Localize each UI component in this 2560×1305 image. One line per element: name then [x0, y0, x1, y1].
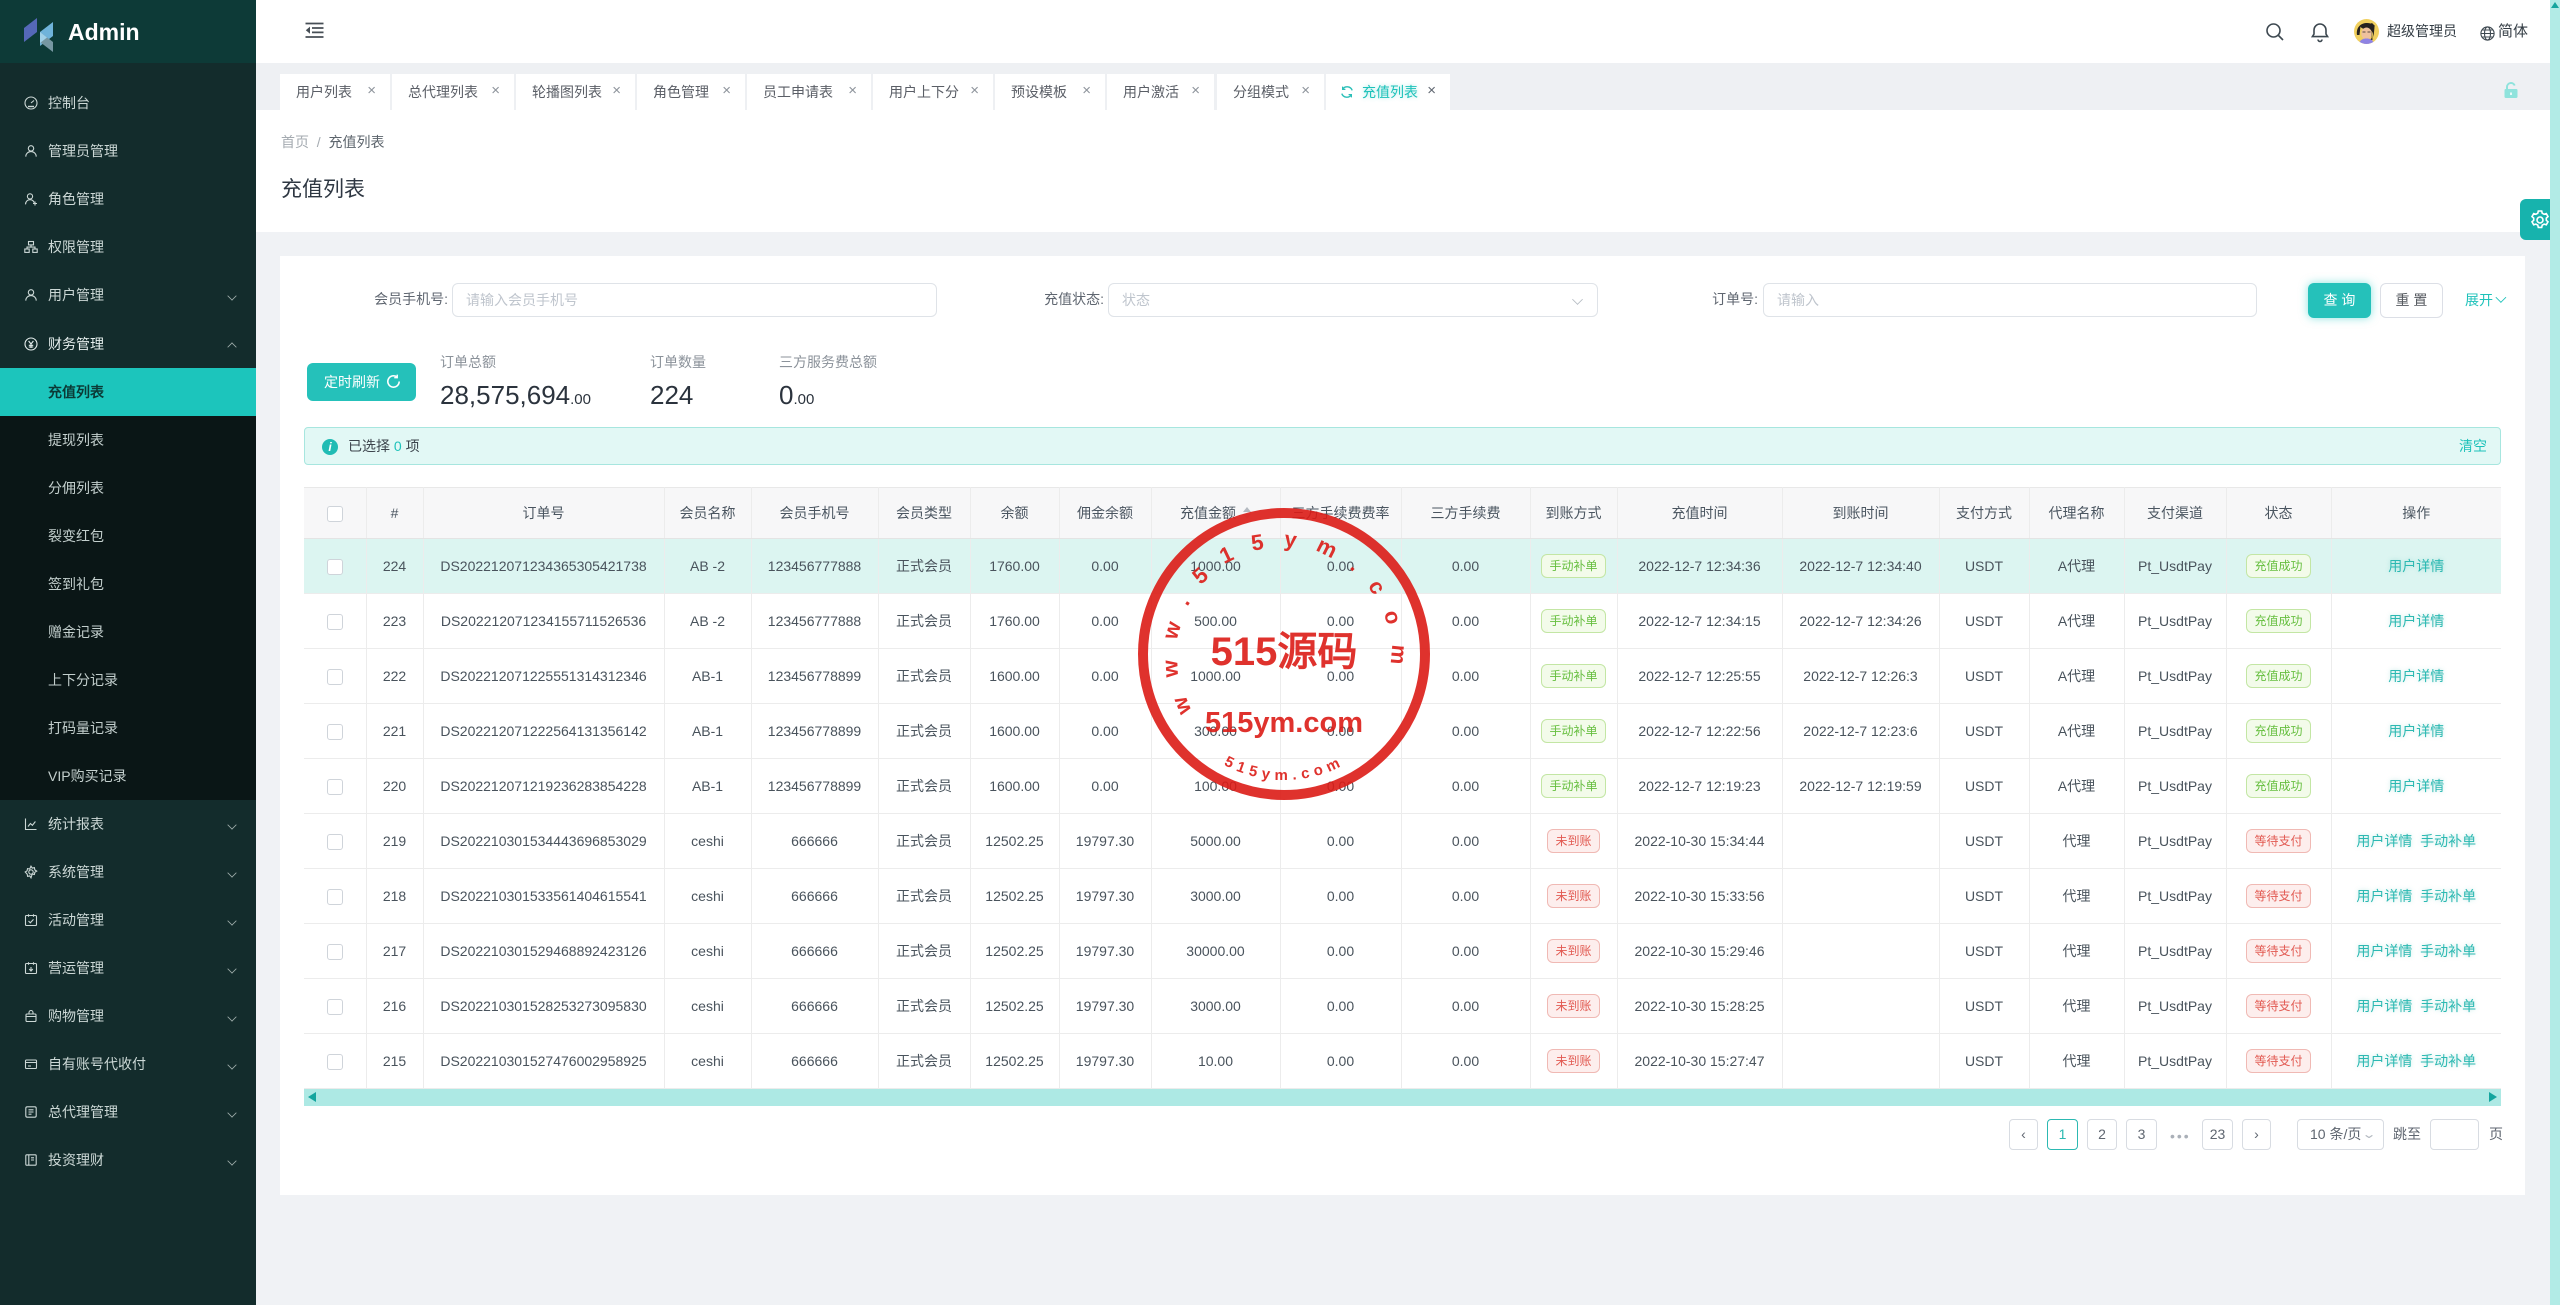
svg-text:515ym.com: 515ym.com: [1205, 707, 1363, 739]
svg-text:515源码: 515源码: [1211, 630, 1358, 674]
svg-text:www.515ym.com: www.515ym.com: [1156, 526, 1412, 719]
svg-text:515ym.com: 515ym.com: [1222, 753, 1347, 784]
